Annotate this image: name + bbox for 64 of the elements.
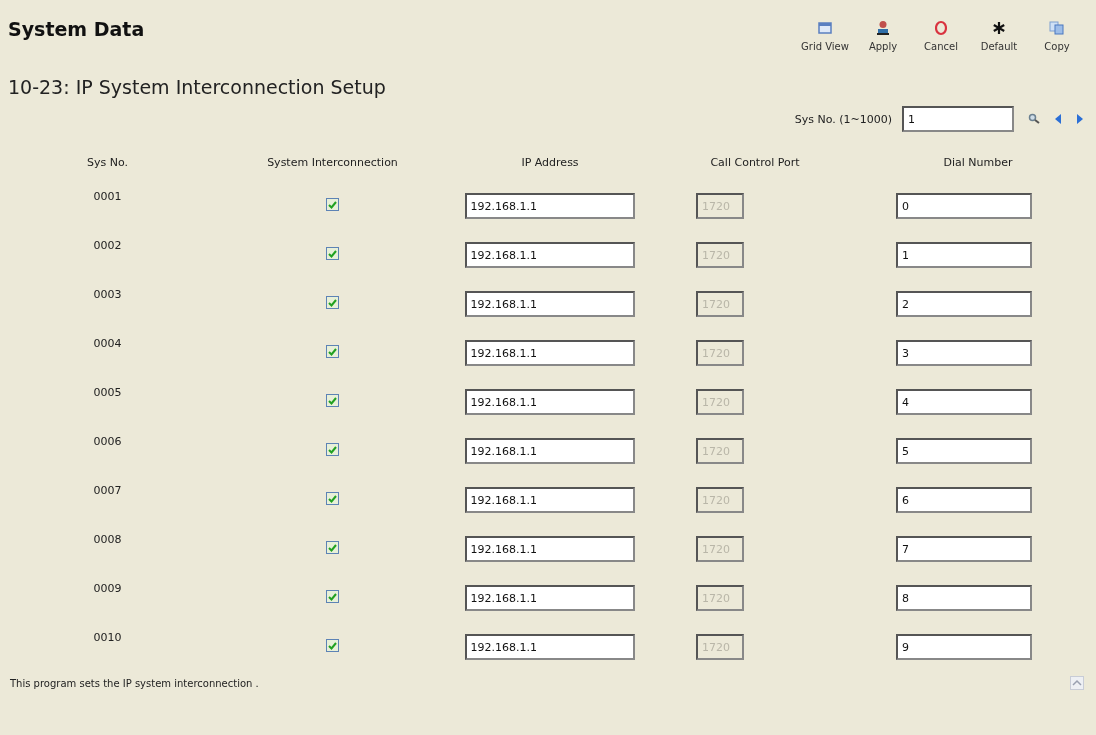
column-header: Dial Number <box>943 155 1013 169</box>
column-header: Sys No. <box>87 155 128 169</box>
checkbox[interactable] <box>326 639 339 652</box>
checkbox[interactable] <box>326 247 339 260</box>
column-header: System Interconnection <box>267 155 398 169</box>
sys-no-cell-text: 0009 <box>93 581 122 596</box>
dial-number-field[interactable]: 0 <box>896 193 1032 219</box>
copy-icon <box>1049 20 1065 36</box>
asterisk-icon <box>992 20 1006 36</box>
dial-number-field[interactable]: 3 <box>896 340 1032 366</box>
scroll-up-icon[interactable] <box>1070 676 1084 690</box>
dial-number-field[interactable]: 4 <box>896 389 1032 415</box>
ip-address-field[interactable]: 192.168.1.1 <box>464 242 635 268</box>
person-icon <box>876 20 890 36</box>
toolbar-button[interactable]: Copy <box>1030 14 1084 52</box>
sys-no-cell-text: 0004 <box>93 336 122 351</box>
ip-address-field[interactable]: 192.168.1.1 <box>464 193 635 219</box>
dial-number-field[interactable]: 5 <box>896 438 1032 464</box>
sys-no-cell-text: 0003 <box>93 287 122 302</box>
sys-no-cell-text: 0005 <box>93 385 122 400</box>
ip-address-field[interactable]: 192.168.1.1 <box>464 585 635 611</box>
ip-address-field[interactable]: 192.168.1.1 <box>464 389 635 415</box>
checkbox[interactable] <box>326 443 339 456</box>
column-header: Call Control Port <box>710 155 800 169</box>
status-text: This program sets the IP system interconnection . <box>10 677 259 689</box>
previous-icon[interactable] <box>1054 113 1062 125</box>
cancel-icon <box>935 20 947 36</box>
dial-number-field[interactable]: 7 <box>896 536 1032 562</box>
ip-address-field[interactable]: 192.168.1.1 <box>464 291 635 317</box>
dial-number-field[interactable]: 1 <box>896 242 1032 268</box>
dial-number-field[interactable]: 6 <box>896 487 1032 513</box>
sys-no-cell-text: 0002 <box>93 238 122 253</box>
next-icon[interactable] <box>1076 113 1084 125</box>
sys-no-cell-text: 0008 <box>93 532 122 547</box>
toolbar-button[interactable]: Cancel <box>914 14 968 52</box>
search-label: Sys No. (1~1000) <box>794 112 892 126</box>
dial-number-field[interactable]: 2 <box>896 291 1032 317</box>
checkbox[interactable] <box>326 198 339 211</box>
checkbox[interactable] <box>326 590 339 603</box>
sys-no-cell-text: 0007 <box>93 483 122 498</box>
sys-no-cell-text: 0006 <box>93 434 122 449</box>
ip-address-field[interactable]: 192.168.1.1 <box>464 487 635 513</box>
ip-address-field[interactable]: 192.168.1.1 <box>464 438 635 464</box>
checkbox[interactable] <box>326 345 339 358</box>
dial-number-field[interactable]: 9 <box>896 634 1032 660</box>
toolbar-button[interactable]: Apply <box>856 14 910 52</box>
ip-address-field[interactable]: 192.168.1.1 <box>464 536 635 562</box>
checkbox[interactable] <box>326 296 339 309</box>
checkbox[interactable] <box>326 492 339 505</box>
ip-address-field[interactable]: 192.168.1.1 <box>464 340 635 366</box>
page-heading: System Data <box>8 17 145 40</box>
toolbar-button[interactable]: Default <box>972 14 1026 52</box>
section-title: 10-23: IP System Interconnection Setup <box>7 75 387 100</box>
column-header: IP Address <box>521 155 579 169</box>
sys-no-cell-text: 0001 <box>93 189 122 204</box>
dial-number-field[interactable]: 8 <box>896 585 1032 611</box>
search-icon[interactable] <box>1028 113 1040 125</box>
sys-no-cell-text: 0010 <box>93 630 122 645</box>
window-icon <box>818 20 832 36</box>
sys-no-field[interactable]: 1 <box>902 106 1014 132</box>
checkbox[interactable] <box>326 394 339 407</box>
toolbar-button[interactable]: Grid View <box>798 14 852 52</box>
ip-address-field[interactable]: 192.168.1.1 <box>464 634 635 660</box>
checkbox[interactable] <box>326 541 339 554</box>
